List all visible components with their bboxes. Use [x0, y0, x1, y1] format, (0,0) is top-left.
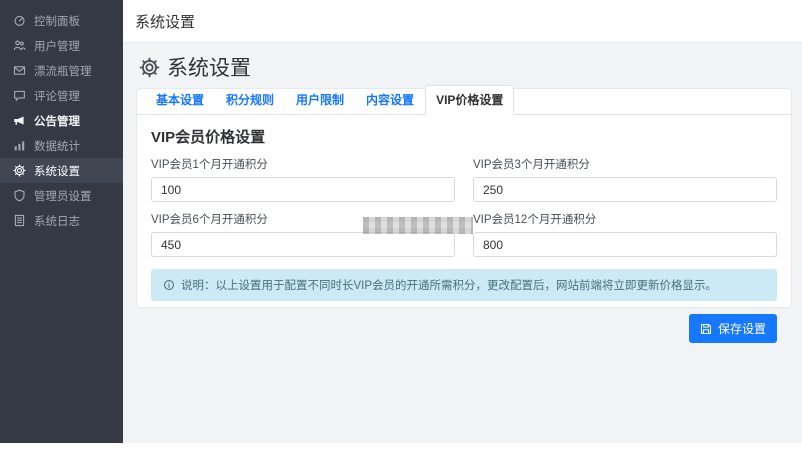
sidebar-item-dashboard[interactable]: 控制面板: [0, 8, 123, 33]
vip-1-month-input[interactable]: [151, 177, 455, 202]
tab-basic-settings[interactable]: 基本设置: [145, 85, 215, 115]
sidebar-item-label: 漂流瓶管理: [34, 65, 92, 78]
envelope-icon: [13, 66, 26, 75]
sidebar-item-announcements[interactable]: 公告管理: [0, 108, 123, 133]
page-title: 系统设置: [139, 52, 251, 82]
vip-6-month-input[interactable]: [151, 232, 455, 257]
header-title: 系统设置: [135, 13, 196, 31]
tab-points-rules[interactable]: 积分规则: [215, 85, 285, 115]
vip-price-form: VIP会员1个月开通积分 VIP会员3个月开通积分 VIP会员6个月开通积分 V…: [151, 156, 777, 257]
field-label: VIP会员3个月开通积分: [473, 159, 590, 171]
notice-text: 说明：以上设置用于配置不同时长VIP会员的开通所需积分，更改配置后，网站前端将立…: [181, 280, 718, 292]
tab-content-settings[interactable]: 内容设置: [355, 85, 425, 115]
actions-row: 保存设置: [151, 314, 777, 343]
settings-card: 基本设置 积分规则 用户限制 内容设置 VIP价格设置 VIP会员价格设置 VI…: [136, 85, 792, 343]
admin-shield-icon: [14, 189, 25, 202]
tab-user-limits[interactable]: 用户限制: [285, 85, 355, 115]
save-settings-button[interactable]: 保存设置: [688, 314, 777, 343]
sidebar-item-label: 公告管理: [34, 115, 80, 128]
sidebar-item-comments[interactable]: 评论管理: [0, 83, 123, 108]
sidebar-item-label: 控制面板: [34, 15, 80, 28]
users-icon: [13, 40, 26, 51]
vip-12-month-input[interactable]: [473, 232, 777, 257]
sidebar-item-label: 评论管理: [34, 90, 80, 103]
sidebar-item-system-settings[interactable]: 系统设置: [0, 158, 123, 183]
sidebar-item-label: 系统设置: [34, 165, 80, 178]
app-window: 控制面板 用户管理 漂流瓶管理 评论管理 公告管理 数据统计 系统设置 管理员设…: [0, 0, 802, 450]
sidebar-item-statistics[interactable]: 数据统计: [0, 133, 123, 158]
comment-icon: [14, 90, 25, 101]
gear-icon: [13, 164, 26, 177]
sidebar-item-label: 系统日志: [34, 215, 80, 228]
log-icon: [14, 214, 25, 227]
save-floppy-icon: [700, 323, 712, 334]
dashboard-icon: [14, 15, 25, 26]
gear-icon: [139, 57, 160, 77]
sidebar-item-label: 数据统计: [34, 140, 80, 153]
mosaic-watermark: [363, 217, 473, 234]
info-circle-icon: [163, 279, 175, 291]
tab-vip-price-settings[interactable]: VIP价格设置: [425, 85, 515, 115]
sidebar-item-admin-settings[interactable]: 管理员设置: [0, 183, 123, 208]
save-button-label: 保存设置: [717, 322, 766, 336]
top-header-bar: 系统设置: [123, 0, 802, 43]
window-bottom-strip: [0, 443, 802, 450]
field-vip-1-month: VIP会员1个月开通积分: [151, 156, 455, 202]
page-title-text: 系统设置: [167, 57, 251, 80]
vip-3-month-input[interactable]: [473, 177, 777, 202]
sidebar-item-system-logs[interactable]: 系统日志: [0, 208, 123, 233]
field-label: VIP会员12个月开通积分: [473, 214, 597, 226]
bar-chart-icon: [14, 141, 25, 151]
section-title: VIP会员价格设置: [151, 129, 266, 146]
field-vip-3-month: VIP会员3个月开通积分: [473, 156, 777, 202]
info-notice: 说明：以上设置用于配置不同时长VIP会员的开通所需积分，更改配置后，网站前端将立…: [151, 269, 777, 301]
sidebar: 控制面板 用户管理 漂流瓶管理 评论管理 公告管理 数据统计 系统设置 管理员设…: [0, 0, 123, 443]
settings-tabs: 基本设置 积分规则 用户限制 内容设置 VIP价格设置: [137, 85, 791, 115]
field-vip-12-month: VIP会员12个月开通积分: [473, 211, 777, 257]
sidebar-item-label: 管理员设置: [34, 190, 92, 203]
megaphone-icon: [14, 116, 24, 125]
sidebar-item-users[interactable]: 用户管理: [0, 33, 123, 58]
field-label: VIP会员1个月开通积分: [151, 159, 268, 171]
sidebar-item-label: 用户管理: [34, 40, 80, 53]
sidebar-item-bottles[interactable]: 漂流瓶管理: [0, 58, 123, 83]
